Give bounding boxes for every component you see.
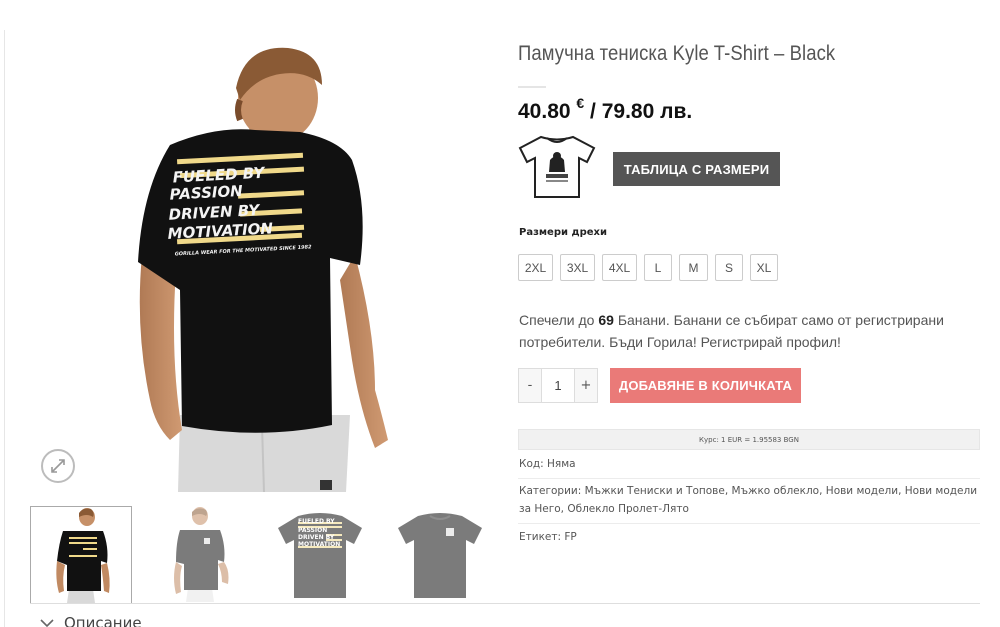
title-divider (518, 86, 546, 88)
left-border (4, 30, 5, 627)
thumb-print-1: FUELED BY (298, 518, 335, 525)
category-link[interactable]: Нови модели (826, 485, 898, 497)
thumbnail-gallery: FUELED BY PASSION DRIVEN BY MOTIVATION (30, 506, 490, 604)
sizes-label: Размери дрехи (519, 227, 607, 238)
meta-divider (518, 478, 980, 479)
tag-link[interactable]: FP (564, 531, 576, 543)
meta-divider (518, 523, 980, 524)
categories-label: Категории: (519, 485, 582, 497)
sku-row: Код: Няма (519, 455, 980, 473)
product-price: 40.80 € / 79.80 лв. (518, 95, 693, 124)
size-option[interactable]: 4XL (602, 254, 637, 281)
price-separator: / (590, 100, 596, 123)
thumbnail-2[interactable] (150, 506, 252, 604)
thumbnail-3[interactable]: FUELED BY PASSION DRIVEN BY MOTIVATION (270, 506, 372, 604)
price-eur-symbol: € (576, 95, 585, 111)
price-bgn: 79.80 лв. (601, 100, 693, 123)
quantity-plus-button[interactable]: + (575, 369, 597, 402)
bananas-reward-text: Спечели до 69 Банани. Банани се събират … (519, 309, 979, 353)
size-options: 2XL 3XL 4XL L M S XL (518, 254, 778, 281)
bananas-count: 69 (598, 312, 614, 328)
quantity-stepper: - + (518, 368, 598, 403)
tshirt-icon (517, 134, 597, 200)
sku-value: Няма (547, 458, 576, 470)
thumb-print-2: PASSION (298, 527, 327, 534)
chevron-down-icon (40, 619, 54, 627)
size-option[interactable]: M (679, 254, 708, 281)
size-option[interactable]: 2XL (518, 254, 553, 281)
size-option[interactable]: S (715, 254, 743, 281)
expand-icon (51, 459, 65, 473)
category-link[interactable]: Облекло Пролет-Лято (567, 503, 689, 515)
size-option[interactable]: XL (750, 254, 778, 281)
category-link[interactable]: Мъжко облекло (732, 485, 820, 497)
category-link[interactable]: Мъжки Тениски и Топове (585, 485, 725, 497)
main-product-image[interactable]: FUELED BY PASSION DRIVEN BY MOTIVATION G… (30, 30, 490, 492)
print-line-2: PASSION (169, 182, 243, 204)
zoom-button[interactable] (41, 449, 75, 483)
size-chart-button[interactable]: ТАБЛИЦА С РАЗМЕРИ (613, 152, 780, 186)
thumbnail-4[interactable] (390, 506, 492, 604)
add-to-cart-button[interactable]: ДОБАВЯНЕ В КОЛИЧКАТА (610, 368, 801, 403)
thumb-print-3: DRIVEN BY (298, 534, 335, 541)
tab-description[interactable]: Описание (40, 614, 142, 627)
tags-label: Етикет: (519, 531, 562, 543)
exchange-rate-bar: Курс: 1 EUR = 1.95583 BGN (518, 429, 980, 450)
size-option[interactable]: L (644, 254, 672, 281)
thumb-print-4: MOTIVATION (298, 541, 340, 548)
categories-row: Категории: Мъжки Тениски и Топове, Мъжко… (519, 485, 978, 515)
bananas-prefix: Спечели до (519, 312, 595, 328)
quantity-input[interactable] (541, 369, 575, 402)
size-option[interactable]: 3XL (560, 254, 595, 281)
product-title: Памучна тениска Kyle T-Shirt – Black (518, 42, 836, 65)
price-eur: 40.80 (518, 100, 571, 123)
thumbnail-1[interactable] (30, 506, 132, 604)
divider (30, 603, 980, 604)
tags-row: Етикет: FP (519, 528, 980, 546)
quantity-minus-button[interactable]: - (519, 369, 541, 402)
tab-description-label: Описание (64, 614, 142, 627)
sku-label: Код: (519, 458, 544, 470)
